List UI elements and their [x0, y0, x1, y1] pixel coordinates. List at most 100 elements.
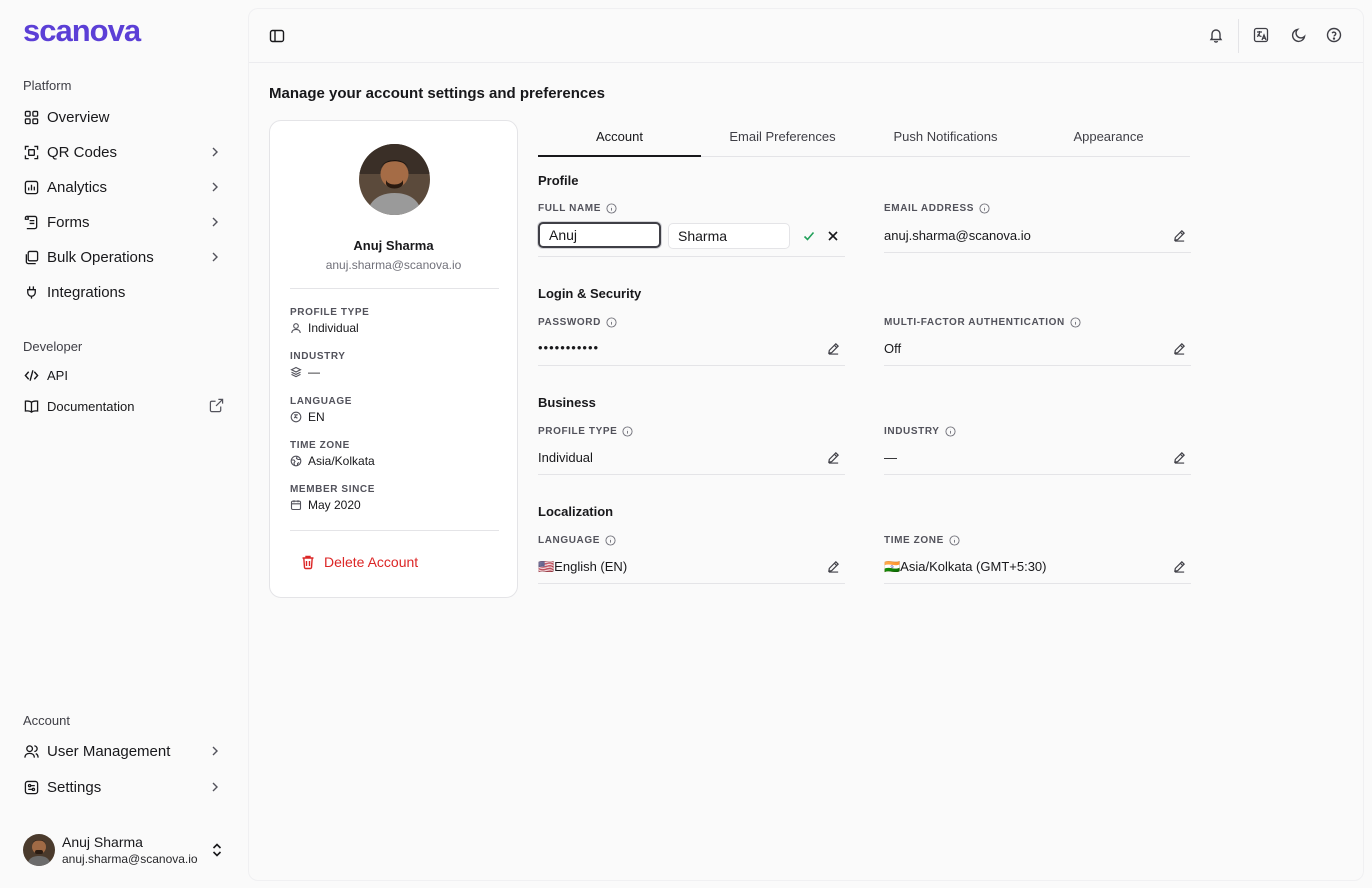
- time-zone-value: Asia/Kolkata: [290, 454, 375, 468]
- profile-type-label: PROFILE TYPE: [290, 307, 370, 318]
- mfa-label-text: MULTI-FACTOR AUTHENTICATION: [884, 317, 1065, 328]
- bell-icon[interactable]: [1202, 21, 1230, 49]
- sidebar-item-api[interactable]: API: [16, 359, 232, 391]
- business-profile-type-label-text: PROFILE TYPE: [538, 426, 618, 437]
- developer-group-label: Developer: [23, 339, 83, 354]
- field-divider: [884, 583, 1191, 584]
- delete-account-label: Delete Account: [324, 554, 419, 570]
- localization-language-label-text: LANGUAGE: [538, 535, 601, 546]
- globe-icon: [290, 411, 302, 423]
- full-name-label: FULL NAME: [538, 203, 617, 214]
- sidebar-item-settings[interactable]: Settings: [16, 771, 232, 803]
- delete-account-button[interactable]: Delete Account: [294, 549, 418, 575]
- edit-time-zone-button[interactable]: [1170, 557, 1188, 575]
- last-name-input[interactable]: [668, 223, 790, 249]
- sidebar-item-label: User Management: [47, 742, 171, 760]
- profile-email: anuj.sharma@scanova.io: [325, 258, 462, 272]
- language-icon[interactable]: [1247, 21, 1275, 49]
- industry-value: —: [290, 365, 320, 379]
- password-label-text: PASSWORD: [538, 317, 601, 328]
- sidebar-item-user-management[interactable]: User Management: [16, 735, 232, 767]
- confirm-button[interactable]: [801, 228, 817, 244]
- user-name: Anuj Sharma: [62, 833, 143, 850]
- users-icon: [23, 743, 39, 759]
- sidebar-item-overview[interactable]: Overview: [16, 101, 232, 133]
- sidebar-toggle-icon[interactable]: [263, 22, 291, 50]
- form-icon: [23, 214, 39, 230]
- edit-password-button[interactable]: [824, 339, 842, 357]
- sidebar-item-analytics[interactable]: Analytics: [16, 171, 232, 203]
- edit-email-button[interactable]: [1170, 226, 1188, 244]
- user-menu[interactable]: Anuj Sharma anuj.sharma@scanova.io: [16, 830, 232, 870]
- info-icon[interactable]: [606, 317, 617, 328]
- sidebar-item-integrations[interactable]: Integrations: [16, 276, 232, 308]
- email-address-value: anuj.sharma@scanova.io: [884, 228, 1031, 243]
- cancel-button[interactable]: [825, 228, 841, 244]
- profile-name: Anuj Sharma: [353, 238, 434, 253]
- section-title-localization: Localization: [538, 504, 614, 519]
- info-icon[interactable]: [945, 426, 956, 437]
- tab-push-notifications[interactable]: Push Notifications: [864, 123, 1027, 156]
- member-since-text: May 2020: [308, 498, 361, 512]
- field-divider: [538, 365, 845, 366]
- info-icon[interactable]: [979, 203, 990, 214]
- tab-appearance[interactable]: Appearance: [1027, 123, 1190, 156]
- business-industry-value: —: [884, 450, 897, 465]
- main-panel: Manage your account settings and prefere…: [248, 8, 1364, 881]
- chevron-right-icon: [208, 215, 222, 229]
- info-icon[interactable]: [606, 203, 617, 214]
- time-zone-label: TIME ZONE: [290, 440, 350, 451]
- sidebar-item-label: Bulk Operations: [47, 248, 154, 266]
- first-name-input[interactable]: [538, 222, 661, 248]
- plug-icon: [23, 284, 39, 300]
- info-icon[interactable]: [605, 535, 616, 546]
- chevron-right-icon: [208, 145, 222, 159]
- field-divider: [884, 252, 1191, 253]
- chevron-right-icon: [208, 250, 222, 264]
- section-title-profile: Profile: [538, 173, 579, 188]
- scanova-logo[interactable]: scanova: [23, 15, 141, 46]
- calendar-icon: [290, 499, 302, 511]
- sidebar-item-label: Integrations: [47, 283, 126, 301]
- language-text: EN: [308, 410, 325, 424]
- edit-profile-type-button[interactable]: [824, 448, 842, 466]
- sidebar-item-forms[interactable]: Forms: [16, 206, 232, 238]
- tab-account[interactable]: Account: [538, 123, 701, 157]
- sidebar-item-qr-codes[interactable]: QR Codes: [16, 136, 232, 168]
- sidebar-item-label: Analytics: [47, 178, 108, 196]
- password-value: •••••••••••: [538, 340, 600, 355]
- edit-mfa-button[interactable]: [1170, 339, 1188, 357]
- info-icon[interactable]: [622, 426, 633, 437]
- sidebar-item-label: Overview: [47, 108, 110, 126]
- sidebar-item-bulk-operations[interactable]: Bulk Operations: [16, 241, 232, 273]
- industry-text: —: [308, 365, 320, 379]
- info-icon[interactable]: [1070, 317, 1081, 328]
- grid-icon: [23, 109, 39, 125]
- code-icon: [23, 367, 39, 383]
- edit-industry-button[interactable]: [1170, 448, 1188, 466]
- settings-tabs: Account Email Preferences Push Notificat…: [538, 123, 1190, 157]
- tab-email-preferences[interactable]: Email Preferences: [701, 123, 864, 156]
- chevrons-up-down-icon: [210, 842, 224, 858]
- sidebar-item-documentation[interactable]: Documentation: [16, 390, 232, 422]
- stack-icon: [23, 249, 39, 265]
- moon-icon[interactable]: [1285, 21, 1313, 49]
- qr-code-icon: [23, 144, 39, 160]
- mfa-value: Off: [884, 341, 902, 356]
- avatar: [23, 834, 55, 866]
- field-divider: [538, 256, 845, 257]
- info-icon[interactable]: [949, 535, 960, 546]
- full-name-label-text: FULL NAME: [538, 203, 601, 214]
- language-value: EN: [290, 410, 325, 424]
- sidebar-item-label: Settings: [47, 778, 102, 796]
- account-group-label: Account: [23, 713, 70, 728]
- page-title: Manage your account settings and prefere…: [269, 85, 605, 102]
- business-industry-label: INDUSTRY: [884, 426, 956, 437]
- edit-language-button[interactable]: [824, 557, 842, 575]
- divider: [290, 288, 499, 289]
- bar-chart-icon: [23, 179, 39, 195]
- field-divider: [884, 365, 1191, 366]
- profile-type-text: Individual: [308, 321, 359, 335]
- help-icon[interactable]: [1320, 21, 1348, 49]
- business-industry-label-text: INDUSTRY: [884, 426, 940, 437]
